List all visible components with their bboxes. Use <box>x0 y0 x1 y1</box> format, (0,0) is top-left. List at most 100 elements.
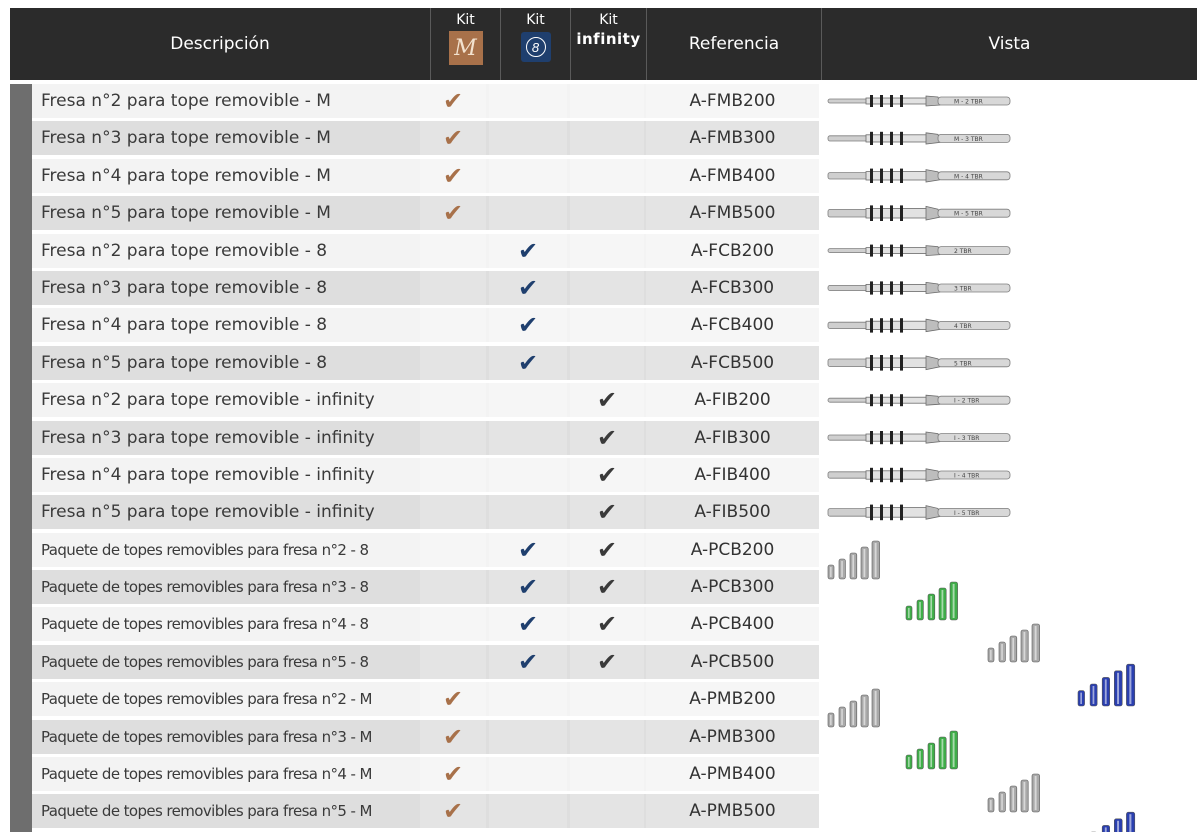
row-kit-8-cell <box>489 84 567 118</box>
drill-image: M - 2 TBR <box>827 95 1011 107</box>
row-kit-infinity-cell <box>570 719 644 754</box>
row-kit-m-cell: ✔ <box>420 682 486 717</box>
header-kit-m: Kit M <box>430 8 500 80</box>
row-kit-m-cell: ✔ <box>420 158 486 193</box>
table-row: Paquete de topes removibles para fresa n… <box>32 682 819 717</box>
check-icon: ✔ <box>596 610 618 639</box>
table-header: Descripción Kit M Kit 8 Kit infinity Ref… <box>10 8 1197 80</box>
row-kit-8-cell <box>489 719 567 754</box>
table-row: Paquete de topes removibles para fresa n… <box>32 794 819 829</box>
drill-image: I - 3 TBR <box>827 431 1011 445</box>
product-images: M - 2 TBR M - 3 TBR M - 4 TBR M - 5 TBR 2 TB… <box>827 95 1136 837</box>
row-reference: A-PMB500 <box>646 794 819 829</box>
header-reference: Referencia <box>646 8 821 80</box>
row-kit-m-cell <box>420 532 486 567</box>
table-row: Paquete de topes removibles para fresa n… <box>32 570 819 605</box>
table-row: Paquete de topes removibles para fresa n… <box>32 757 819 792</box>
row-kit-m-cell: ✔ <box>420 757 486 792</box>
table-row: Fresa n°2 para tope removible - infinity… <box>32 383 819 418</box>
row-kit-infinity-cell <box>570 757 644 792</box>
row-kit-m-cell: ✔ <box>420 121 486 156</box>
drill-image: M - 3 TBR <box>827 131 1011 145</box>
kit-8-logo-icon: 8 <box>520 32 551 62</box>
row-kit-infinity-cell <box>570 233 644 268</box>
check-icon: ✔ <box>442 685 464 714</box>
row-kit-m-cell: ✔ <box>420 84 486 118</box>
table-row: Fresa n°2 para tope removible - 8 ✔ A-FCB2… <box>32 233 819 268</box>
row-reference: A-PCB400 <box>646 607 819 642</box>
drill-marking: M - 4 TBR <box>954 173 983 180</box>
row-kit-m-cell: ✔ <box>420 794 486 829</box>
row-kit-8-cell <box>489 158 567 193</box>
row-description: Paquete de topes removibles para fresa n… <box>41 615 369 634</box>
header-reference-label: Referencia <box>688 34 780 54</box>
stop-set-image <box>905 730 958 770</box>
row-kit-8-cell <box>489 757 567 792</box>
row-reference: A-PMB400 <box>646 757 819 792</box>
drill-image: I - 2 TBR <box>827 394 1011 407</box>
row-kit-8-cell: ✔ <box>489 308 567 343</box>
stop-set-image <box>1077 663 1136 707</box>
check-icon: ✔ <box>517 236 539 265</box>
row-kit-8-cell <box>489 457 567 492</box>
row-kit-8-cell: ✔ <box>489 270 567 305</box>
row-kit-8-cell <box>489 495 567 530</box>
row-kit-infinity-cell <box>570 84 644 118</box>
stop-set-image <box>987 623 1040 663</box>
drill-marking: I - 2 TBR <box>954 398 979 405</box>
row-kit-m-cell <box>420 270 486 305</box>
check-icon: ✔ <box>517 610 539 639</box>
row-kit-infinity-cell: ✔ <box>570 644 644 679</box>
drill-marking: I - 5 TBR <box>954 510 979 517</box>
row-kit-infinity-cell: ✔ <box>570 532 644 567</box>
check-icon: ✔ <box>442 124 464 153</box>
left-accent-bar <box>10 84 32 832</box>
row-reference: A-FMB300 <box>646 121 819 156</box>
row-reference: A-FIB500 <box>646 495 819 530</box>
row-reference: A-PCB200 <box>646 532 819 567</box>
row-kit-8-cell <box>489 196 567 231</box>
row-description: Paquete de topes removibles para fresa n… <box>41 690 372 709</box>
kit-8-label: Kit <box>526 12 545 28</box>
table-row: Fresa n°4 para tope removible - M ✔ A-FMB4… <box>32 158 819 193</box>
row-kit-8-cell <box>489 682 567 717</box>
kit-m-label: Kit <box>456 12 475 28</box>
row-reference: A-FIB200 <box>646 383 819 418</box>
table-row: Fresa n°5 para tope removible - infinity… <box>32 495 819 530</box>
table-row: Fresa n°3 para tope removible - M ✔ A-FMB3… <box>32 121 819 156</box>
check-icon: ✔ <box>517 647 539 676</box>
check-icon: ✔ <box>442 797 464 826</box>
row-description: Fresa n°3 para tope removible - M <box>41 128 331 149</box>
table-row: Paquete de topes removibles para fresa n… <box>32 719 819 754</box>
check-icon: ✔ <box>517 273 539 302</box>
row-kit-m-cell <box>420 345 486 380</box>
row-description: Fresa n°4 para tope removible - 8 <box>41 315 328 336</box>
check-icon: ✔ <box>442 760 464 789</box>
row-kit-8-cell <box>489 383 567 418</box>
drill-image: 3 TBR <box>827 281 1011 295</box>
row-kit-8-cell: ✔ <box>489 345 567 380</box>
stop-set-image <box>827 540 880 580</box>
row-description: Fresa n°5 para tope removible - 8 <box>41 352 328 373</box>
row-reference: A-FCB200 <box>646 233 819 268</box>
check-icon: ✔ <box>596 647 618 676</box>
drill-marking: 2 TBR <box>954 248 972 255</box>
header-description-label: Descripción <box>170 34 270 54</box>
row-reference: A-FCB300 <box>646 270 819 305</box>
row-description: Fresa n°4 para tope removible - M <box>41 165 331 186</box>
row-kit-infinity-cell <box>570 270 644 305</box>
row-reference: A-PMB200 <box>646 682 819 717</box>
row-kit-m-cell <box>420 495 486 530</box>
row-reference: A-FMB200 <box>646 84 819 118</box>
kit-m-logo-icon: M <box>448 31 483 65</box>
row-reference: A-FIB300 <box>646 420 819 455</box>
row-kit-m-cell <box>420 420 486 455</box>
row-kit-8-cell: ✔ <box>489 233 567 268</box>
row-kit-infinity-cell: ✔ <box>570 570 644 605</box>
table-row: Fresa n°4 para tope removible - 8 ✔ A-FCB4… <box>32 308 819 343</box>
check-icon: ✔ <box>596 460 618 489</box>
stop-set-image <box>987 773 1040 813</box>
drill-image: 4 TBR <box>827 318 1011 333</box>
drill-image: I - 5 TBR <box>827 504 1011 521</box>
check-icon: ✔ <box>442 87 464 115</box>
